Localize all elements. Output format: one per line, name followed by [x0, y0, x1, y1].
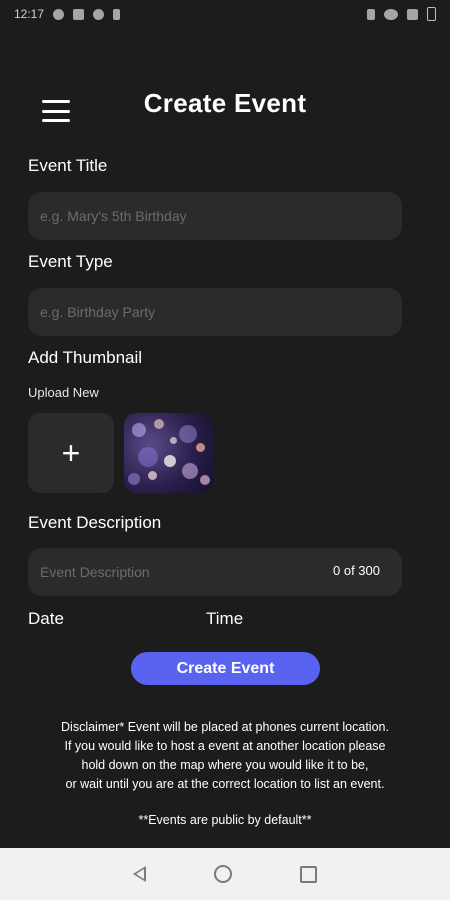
disclaimer-line: or wait until you are at the correct loc…	[65, 777, 385, 791]
messenger-icon	[53, 8, 65, 20]
time-label[interactable]: Time	[206, 609, 243, 629]
status-bar: 12:17	[0, 0, 450, 28]
page-title: Create Event	[143, 88, 307, 118]
event-type-label: Event Type	[28, 252, 113, 271]
character-counter: 0 of 300	[333, 563, 380, 578]
event-description-label: Event Description	[28, 513, 162, 532]
status-right	[367, 7, 436, 21]
plus-icon: +	[61, 434, 81, 471]
event-type-input[interactable]	[28, 288, 402, 336]
system-nav-bar	[0, 848, 450, 900]
disclaimer: Disclaimer* Event will be placed at phon…	[20, 718, 430, 794]
location-icon	[93, 8, 105, 20]
disclaimer-line: Disclaimer* Event will be placed at phon…	[61, 720, 389, 734]
upload-new-label: Upload New	[28, 385, 99, 400]
event-title-label: Event Title	[28, 156, 108, 175]
home-icon[interactable]	[214, 865, 232, 883]
battery-icon	[427, 7, 436, 21]
date-label[interactable]: Date	[28, 609, 64, 629]
bolt-icon	[113, 8, 121, 20]
menu-line	[42, 119, 70, 122]
upload-thumbnail-button[interactable]: +	[28, 413, 114, 493]
event-title-input[interactable]	[28, 192, 402, 240]
event-description-input[interactable]	[28, 548, 308, 596]
status-left: 12:17	[14, 7, 121, 21]
add-thumbnail-label: Add Thumbnail	[28, 348, 143, 367]
thumbnail-image[interactable]	[124, 413, 213, 493]
disclaimer-line: If you would like to host a event at ano…	[64, 739, 386, 753]
status-time: 12:17	[14, 7, 45, 21]
create-event-button[interactable]: Create Event	[131, 652, 320, 685]
image-icon	[73, 8, 85, 20]
public-note: **Events are public by default**	[138, 813, 312, 827]
back-icon[interactable]	[133, 866, 146, 882]
description-field: 0 of 300	[28, 548, 402, 596]
disclaimer-line: hold down on the map where you would lik…	[81, 758, 369, 772]
signal-icon	[407, 8, 418, 20]
bluetooth-icon	[367, 8, 375, 20]
recent-apps-icon[interactable]	[300, 865, 317, 883]
wifi-icon	[384, 8, 398, 20]
